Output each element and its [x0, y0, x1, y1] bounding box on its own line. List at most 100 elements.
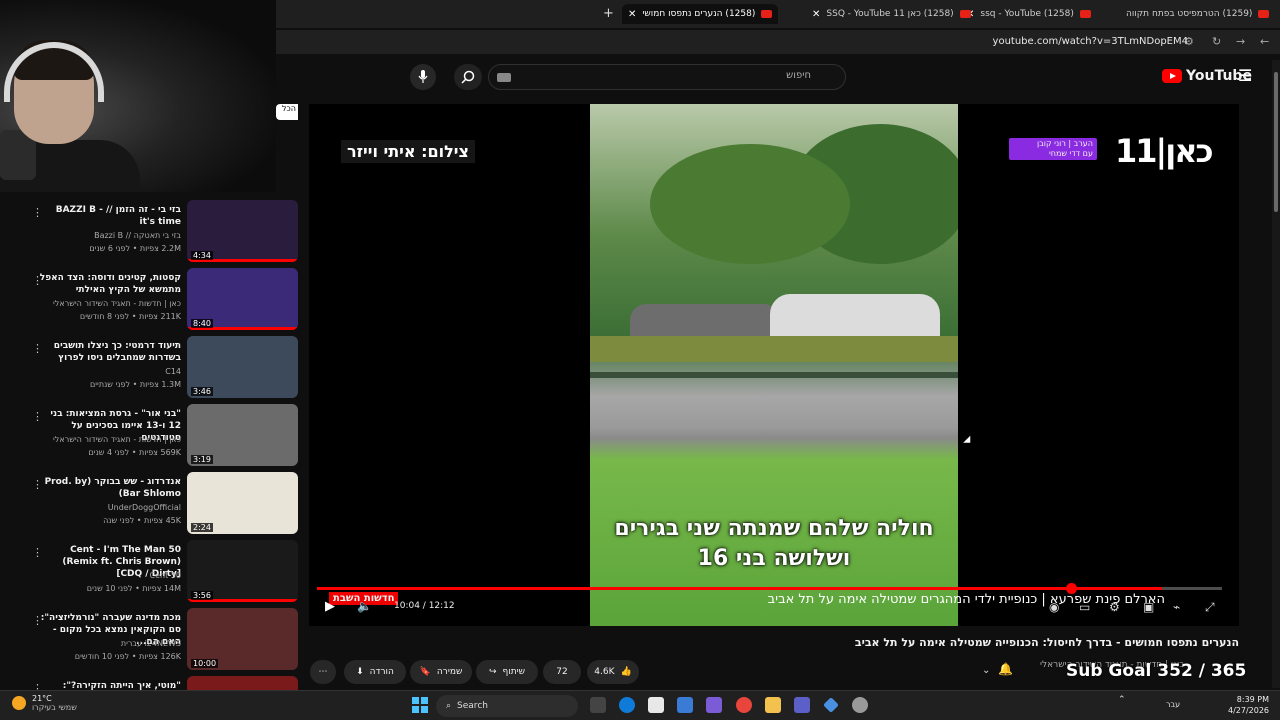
language-indicator[interactable]: עבר [1166, 700, 1180, 709]
channel-name[interactable]: i24NEWS עברית [39, 639, 181, 648]
chevron-down-icon[interactable]: ⌄ [982, 665, 990, 676]
thumbs-up-icon: 👍 [620, 667, 632, 677]
more-options-icon[interactable]: ⋮ [32, 478, 43, 491]
cast-icon[interactable]: ⌁ [1173, 600, 1180, 614]
video-meta: 1.3M צפיות • לפני שנתיים [89, 380, 181, 389]
chrome-icon[interactable] [736, 697, 752, 713]
clock[interactable]: 8:39 PM 4/27/2026 [1228, 694, 1269, 716]
video-title[interactable]: תיעוד דרמטי: כך ניצלו תושבים בשדרות שמחב… [39, 340, 181, 364]
new-tab-icon[interactable]: + [603, 6, 614, 21]
list-item[interactable]: 2:24 אנדרדוג - שש בבוקר (Prod. by Bar Sh… [0, 472, 302, 538]
search-button[interactable] [454, 64, 482, 90]
miniplayer-icon[interactable]: ▣ [1143, 600, 1154, 614]
back-icon[interactable]: ← [1260, 35, 1269, 48]
app-icon[interactable] [823, 697, 839, 713]
task-view-icon[interactable] [590, 697, 606, 713]
channel-name[interactable]: 50 Cent [39, 571, 181, 580]
menu-icon[interactable]: ☰ [1238, 66, 1252, 85]
save-button[interactable]: שמירה 🔖 [410, 660, 472, 684]
more-options-icon[interactable]: ⋮ [32, 342, 43, 355]
filter-chip-all[interactable]: הכל [276, 104, 298, 120]
list-item[interactable]: 3:19 "בני אור" - גרסת המציאות: בני 12 ו-… [0, 404, 302, 470]
edge-icon[interactable] [619, 697, 635, 713]
download-button[interactable]: הורדה ⬇ [344, 660, 406, 684]
video-title[interactable]: בזי בי - זה הזמן // BAZZI B - it's time [39, 204, 181, 228]
browser-tab[interactable]: (1258) כאן 11 SSQ - YouTube ✕ [806, 4, 977, 24]
channel-name[interactable]: C14 [39, 367, 181, 376]
duration-badge: 3:19 [191, 455, 213, 464]
video-meta: 211K צפיות • לפני 8 חודשים [79, 312, 181, 321]
bookmark-icon: 🔖 [419, 667, 431, 677]
video-thumbnail[interactable] [187, 676, 298, 690]
progress-bar-played[interactable] [317, 587, 1162, 590]
video-player[interactable]: צילום: איתי וייזר הערב | רוני קובן עם דד… [309, 104, 1239, 626]
channel-name[interactable]: כאן | חדשות - תאגיד השידור הישראלי [39, 435, 181, 444]
video-frame-tree [650, 144, 850, 264]
sub-goal-overlay: Sub Goal 352 / 365 [1066, 661, 1247, 681]
autoplay-toggle-icon[interactable]: ◉ [1049, 600, 1059, 614]
start-button[interactable] [412, 697, 428, 713]
taskbar-search[interactable]: ⌕ Search [436, 695, 578, 717]
forward-icon[interactable]: → [1236, 35, 1245, 48]
list-item[interactable]: 3:46 תיעוד דרמטי: כך ניצלו תושבים בשדרות… [0, 336, 302, 402]
more-options-icon[interactable]: ⋮ [32, 410, 43, 423]
play-button[interactable]: ▶ [325, 599, 335, 614]
file-explorer-icon[interactable] [765, 697, 781, 713]
taskbar: 21°C שמשי בעיקרו ⌕ Search ⌃ עבר 8:39 PM … [0, 690, 1280, 720]
video-title[interactable]: "מוטי, איך הייתה הזקירה?": משפחות [39, 680, 181, 690]
volume-icon[interactable]: 🔈 [357, 599, 372, 613]
video-meta: 45K צפיות • לפני שנה [103, 516, 181, 525]
page-scrollbar[interactable] [1272, 60, 1280, 688]
video-meta: 2.2M צפיות • לפני 6 שנים [89, 244, 181, 253]
list-item[interactable]: 4:34 בזי בי - זה הזמן // BAZZI B - it's … [0, 200, 302, 266]
more-options-icon[interactable]: ⋮ [32, 546, 43, 559]
scrollbar-thumb[interactable] [1274, 72, 1278, 212]
more-options-icon[interactable]: ⋮ [32, 614, 43, 627]
close-tab-icon[interactable]: ✕ [628, 9, 636, 20]
comments-count[interactable]: 72 [543, 660, 581, 684]
video-title[interactable]: קסטות, קטינים ודוסה: הצד האפל מתמשא של ה… [39, 272, 181, 296]
system-tray[interactable]: ⌃ [1118, 695, 1131, 705]
close-tab-icon[interactable]: ✕ [812, 9, 820, 20]
weather-widget[interactable]: 21°C שמשי בעיקרו [12, 694, 77, 712]
voice-search-button[interactable] [410, 64, 436, 90]
subtitles-icon[interactable]: ▭ [1079, 600, 1090, 614]
youtube-favicon-icon [761, 10, 773, 18]
settings-icon[interactable]: ⚙ [1109, 600, 1120, 614]
teams-icon[interactable] [794, 697, 810, 713]
channel-name[interactable]: בזי בי תאטקה // Bazzi B [39, 231, 181, 240]
browser-tab-active[interactable]: (1258) הנערים נתפסו חמושי ✕ [622, 4, 779, 24]
reload-icon[interactable]: ↻ [1212, 35, 1221, 48]
search-input[interactable] [531, 70, 811, 81]
browser-tab[interactable]: (1258) ssq - YouTube ✕ [960, 4, 1097, 24]
share-button[interactable]: שיתוף ↪ [476, 660, 538, 684]
fullscreen-icon[interactable]: ⤢ [1205, 600, 1215, 615]
search-box[interactable] [488, 64, 846, 90]
list-item[interactable]: 8:40 קסטות, קטינים ודוסה: הצד האפל מתמשא… [0, 268, 302, 334]
channel-name[interactable]: כאן | חדשות - תאגיד השידור הישראלי [39, 299, 181, 308]
browser-tab[interactable]: (1259) הטרמפיסט בפתח תקווה [1120, 4, 1275, 24]
list-item[interactable]: 10:00 מכת מדינה שעברה "נורמליזציה": סם ה… [0, 608, 302, 674]
more-options-icon[interactable]: ⋮ [32, 274, 43, 287]
more-options-icon[interactable]: ⋮ [32, 682, 43, 690]
store-icon[interactable] [648, 697, 664, 713]
video-title[interactable]: אנדרדוג - שש בבוקר (Prod. by Bar Shlomo) [39, 476, 181, 500]
app-icon[interactable] [677, 697, 693, 713]
channel-name[interactable]: UnderDoggOfficial [39, 503, 181, 512]
like-button[interactable]: 👍 4.6K [587, 660, 639, 684]
photo-credit: צילום: איתי וייזר [341, 140, 475, 163]
notification-bell-icon[interactable]: 🔔 [998, 662, 1020, 682]
list-item[interactable]: 3:56 50 Cent - I'm The Man (Remix ft. Ch… [0, 540, 302, 606]
progress-bar-remaining[interactable] [1162, 587, 1222, 590]
address-bar[interactable]: ← → ↻ ⚙ youtube.com/watch?v=3TLmNDopEM4 [276, 30, 1280, 54]
duration-badge: 3:56 [191, 591, 213, 600]
app-icon[interactable] [852, 697, 868, 713]
search-icon: ⌕ [446, 701, 452, 711]
list-item[interactable]: "מוטי, איך הייתה הזקירה?": משפחות ⋮ [0, 676, 302, 690]
app-icon[interactable] [706, 697, 722, 713]
url-text[interactable]: youtube.com/watch?v=3TLmNDopEM4 [993, 36, 1188, 47]
keyboard-icon[interactable] [497, 73, 511, 82]
more-actions-button[interactable]: ⋯ [310, 660, 336, 684]
video-frame-railing [590, 372, 958, 378]
more-options-icon[interactable]: ⋮ [32, 206, 43, 219]
